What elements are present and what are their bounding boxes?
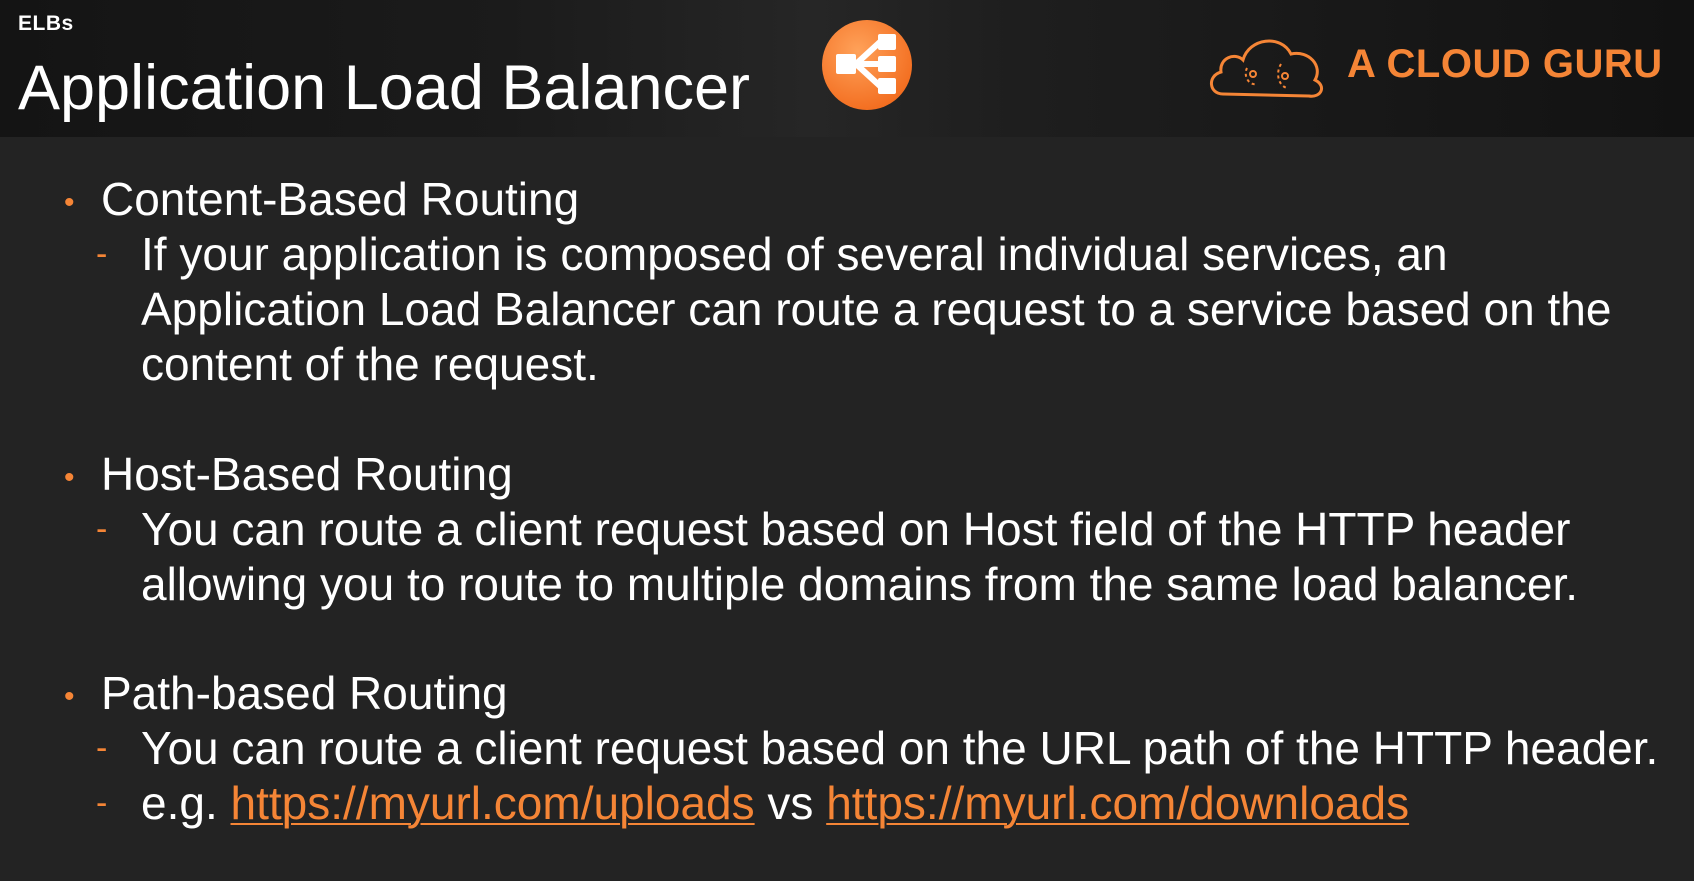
item-title: Path-based Routing — [101, 667, 508, 719]
bullet-icon: • — [64, 461, 75, 494]
sub-item-text: If your application is composed of sever… — [141, 227, 1671, 392]
text-line: content of the request. — [141, 338, 599, 390]
text-line: You can route a client request based on … — [141, 722, 1659, 774]
sub-item-text: You can route a client request based on … — [141, 721, 1671, 776]
example-prefix: e.g. — [141, 777, 231, 829]
dash-icon: - — [96, 784, 108, 822]
text-line: If your application is composed of sever… — [141, 228, 1448, 280]
versus-text: vs — [754, 777, 827, 829]
downloads-link[interactable]: https://myurl.com/downloads — [826, 777, 1409, 829]
text-line: You can route a client request based on … — [141, 503, 1571, 555]
bullet-icon: • — [64, 186, 75, 219]
sub-item-text: e.g. https://myurl.com/uploads vs https:… — [141, 776, 1671, 831]
uploads-link[interactable]: https://myurl.com/uploads — [231, 777, 755, 829]
sub-item-text: You can route a client request based on … — [141, 502, 1671, 612]
item-title: Host-Based Routing — [101, 448, 513, 500]
slide-content: • Content-Based Routing - If your applic… — [0, 0, 1694, 881]
text-line: Application Load Balancer can route a re… — [141, 283, 1612, 335]
slide: ELBs Application Load Balancer A CLOUD G… — [0, 0, 1694, 881]
dash-icon: - — [96, 729, 108, 767]
dash-icon: - — [96, 235, 108, 273]
item-title: Content-Based Routing — [101, 173, 580, 225]
bullet-icon: • — [64, 680, 75, 713]
text-line: allowing you to route to multiple domain… — [141, 558, 1579, 610]
dash-icon: - — [96, 510, 108, 548]
